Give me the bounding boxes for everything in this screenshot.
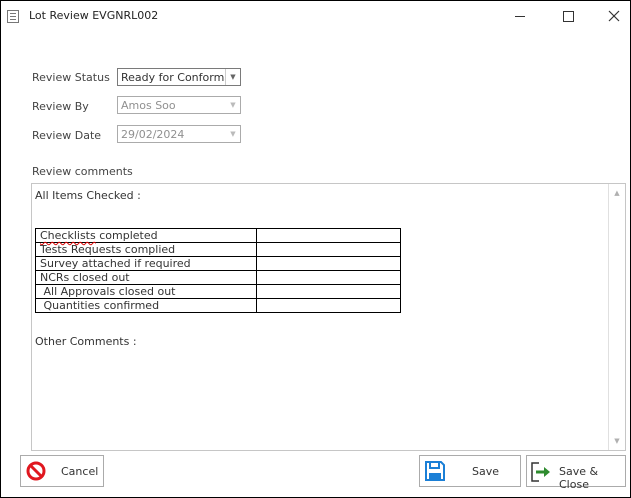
title-bar: Lot Review EVGNRL002 [1, 1, 630, 31]
table-cell: Quantities confirmed [35, 298, 257, 313]
review-date-value: 29/02/2024 [121, 128, 185, 141]
close-icon [608, 10, 620, 22]
table-row: Quantities confirmed [35, 298, 401, 313]
review-date-picker: 29/02/2024 ▼ [117, 125, 241, 143]
table-row: Checklists completed [35, 228, 401, 243]
table-cell: Checklists completed [35, 228, 257, 243]
vertical-scrollbar[interactable]: ▲ ▼ [608, 184, 625, 450]
chevron-down-icon: ▼ [225, 69, 240, 85]
review-date-label: Review Date [32, 129, 102, 142]
table-row: Tests Requests complied [35, 242, 401, 257]
save-label: Save [472, 465, 500, 478]
chevron-down-icon: ▼ [230, 130, 236, 138]
save-icon [425, 461, 445, 481]
review-status-label: Review Status [32, 71, 110, 84]
save-and-close-label: Save & Close [559, 465, 599, 491]
other-comments-heading: Other Comments : [35, 335, 137, 348]
close-button[interactable] [591, 1, 631, 31]
review-status-dropdown[interactable]: Ready for Conforma... ▼ [117, 68, 241, 86]
save-button[interactable]: Save [419, 455, 521, 487]
review-comments-editor[interactable]: All Items Checked : Checklists completed… [31, 183, 626, 451]
table-cell [256, 284, 401, 299]
chevron-down-icon: ▼ [230, 101, 236, 109]
window-title: Lot Review EVGNRL002 [29, 9, 159, 22]
misspelled-word: Checklists [40, 229, 96, 242]
table-cell [256, 298, 401, 313]
checklist-table: Checklists completed Tests Requests comp… [35, 228, 401, 313]
minimize-button[interactable] [497, 1, 543, 31]
scroll-up-arrow-icon[interactable]: ▲ [609, 186, 625, 200]
table-row: Survey attached if required [35, 256, 401, 271]
review-comments-label: Review comments [32, 165, 133, 178]
review-by-label: Review By [32, 100, 89, 113]
maximize-icon [562, 10, 574, 22]
table-cell: Survey attached if required [35, 256, 257, 271]
table-cell [256, 242, 401, 257]
table-cell: All Approvals closed out [35, 284, 257, 299]
maximize-button[interactable] [545, 1, 591, 31]
review-by-dropdown: Amos Soo ▼ [117, 96, 241, 114]
save-and-close-button[interactable]: Save & Close [526, 455, 626, 491]
exit-arrow-icon [531, 462, 550, 482]
table-cell: NCRs closed out [35, 270, 257, 285]
comments-heading: All Items Checked : [35, 189, 141, 202]
cancel-label: Cancel [61, 465, 99, 478]
table-cell [256, 270, 401, 285]
review-by-value: Amos Soo [121, 99, 176, 112]
app-menu-icon[interactable] [7, 10, 19, 23]
review-status-value: Ready for Conforma... [121, 71, 225, 84]
scroll-down-arrow-icon[interactable]: ▼ [609, 434, 625, 448]
table-cell [256, 256, 401, 271]
table-row: All Approvals closed out [35, 284, 401, 299]
table-cell [256, 228, 401, 243]
minimize-icon [515, 15, 525, 17]
cancel-icon [26, 461, 46, 481]
lot-review-window: Lot Review EVGNRL002 Review Status Ready… [0, 0, 631, 498]
cancel-button[interactable]: Cancel [20, 455, 104, 487]
table-cell: Tests Requests complied [35, 242, 257, 257]
table-row: NCRs closed out [35, 270, 401, 285]
